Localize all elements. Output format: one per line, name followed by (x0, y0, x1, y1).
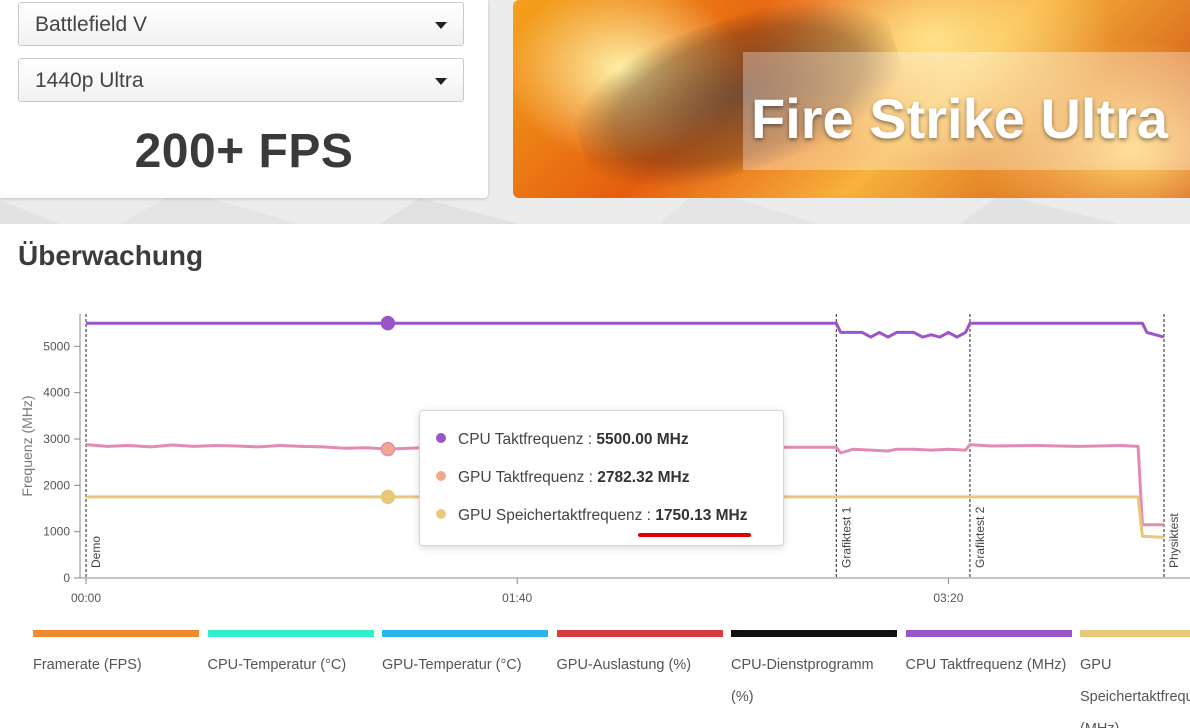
hover-point (380, 489, 396, 505)
tooltip-value: 2782.32 MHz (597, 469, 690, 486)
x-tick-label: 00:00 (71, 591, 101, 605)
phase-label: Grafiktest 2 (973, 506, 987, 568)
tooltip-value: 1750.13 MHz (655, 507, 748, 524)
legend-color-bar (905, 630, 1072, 637)
series-line (86, 321, 1165, 339)
legend-item[interactable]: CPU-Dienstprogramm (%) (731, 630, 899, 713)
game-select-value: Battlefield V (35, 13, 148, 36)
chevron-down-icon (435, 78, 447, 85)
tooltip-row-cpu: CPU Taktfrequenz : 5500.00 MHz (436, 431, 689, 453)
y-tick-label: 0 (63, 571, 70, 585)
benchmark-selector-card: Battlefield V 1440p Ultra 200+ FPS (0, 0, 488, 198)
x-tick-label: 03:20 (933, 591, 963, 605)
series-dot-icon (436, 509, 446, 519)
tooltip-label: CPU Taktfrequenz : (458, 431, 597, 448)
highlight-underline (638, 533, 751, 537)
series-dot-icon (436, 433, 446, 443)
tooltip-label: GPU Speichertaktfrequenz : (458, 507, 656, 524)
preset-select[interactable]: 1440p Ultra (18, 58, 464, 102)
hover-point (380, 315, 396, 331)
legend-label: CPU-Temperatur (°C) (207, 657, 347, 673)
legend-label: Framerate (FPS) (33, 657, 142, 673)
series-dot-icon (436, 471, 446, 481)
legend-item[interactable]: GPU-Temperatur (°C) (382, 630, 550, 681)
legend-label: GPU-Temperatur (°C) (382, 657, 522, 673)
legend-label: GPU-Auslastung (%) (556, 657, 692, 673)
legend-color-bar (556, 630, 723, 637)
game-select[interactable]: Battlefield V (18, 2, 464, 46)
hover-point (380, 441, 396, 457)
legend-item[interactable]: GPU-Auslastung (%) (556, 630, 725, 681)
y-tick-label: 5000 (43, 339, 70, 353)
legend-color-bar (33, 630, 199, 637)
banner-title: Fire Strike Ultra (751, 87, 1169, 150)
legend-color-bar (731, 630, 897, 637)
fps-result: 200+ FPS (134, 125, 354, 178)
legend-item[interactable]: Framerate (FPS) (33, 630, 201, 681)
legend-item[interactable]: CPU-Temperatur (°C) (207, 630, 376, 681)
legend-label: CPU-Dienstprogramm (%) (731, 657, 874, 705)
legend-color-bar (382, 630, 548, 637)
y-tick-label: 2000 (43, 478, 70, 492)
phase-label: Demo (89, 536, 103, 568)
phase-label: Grafiktest 1 (839, 506, 853, 568)
benchmark-banner[interactable]: Fire Strike Ultra (513, 0, 1190, 198)
y-axis-label: Frequenz (MHz) (19, 395, 35, 496)
legend-label: GPU Speichertaktfrequenz (MHz) (1080, 657, 1190, 728)
chart-tooltip: CPU Taktfrequenz : 5500.00 MHz GPU Taktf… (419, 410, 784, 546)
y-tick-label: 1000 (43, 525, 70, 539)
x-tick-label: 01:40 (502, 591, 532, 605)
phase-label: Physiktest (1167, 513, 1181, 568)
tooltip-row-mem: GPU Speichertaktfrequenz : 1750.13 MHz (436, 507, 748, 529)
legend-item[interactable]: GPU Speichertaktfrequenz (MHz) (1080, 630, 1190, 728)
y-tick-label: 3000 (43, 432, 70, 446)
y-tick-label: 4000 (43, 386, 70, 400)
legend-item[interactable]: CPU Taktfrequenz (MHz) (905, 630, 1074, 681)
legend-color-bar (1080, 630, 1190, 637)
legend-label: CPU Taktfrequenz (MHz) (905, 657, 1067, 673)
tooltip-value: 5500.00 MHz (596, 431, 689, 448)
section-title: Überwachung (18, 240, 204, 271)
legend-color-bar (207, 630, 374, 637)
tooltip-row-gpu: GPU Taktfrequenz : 2782.32 MHz (436, 469, 689, 491)
tooltip-label: GPU Taktfrequenz : (458, 469, 598, 486)
chevron-down-icon (435, 22, 447, 29)
preset-select-value: 1440p Ultra (35, 69, 144, 92)
